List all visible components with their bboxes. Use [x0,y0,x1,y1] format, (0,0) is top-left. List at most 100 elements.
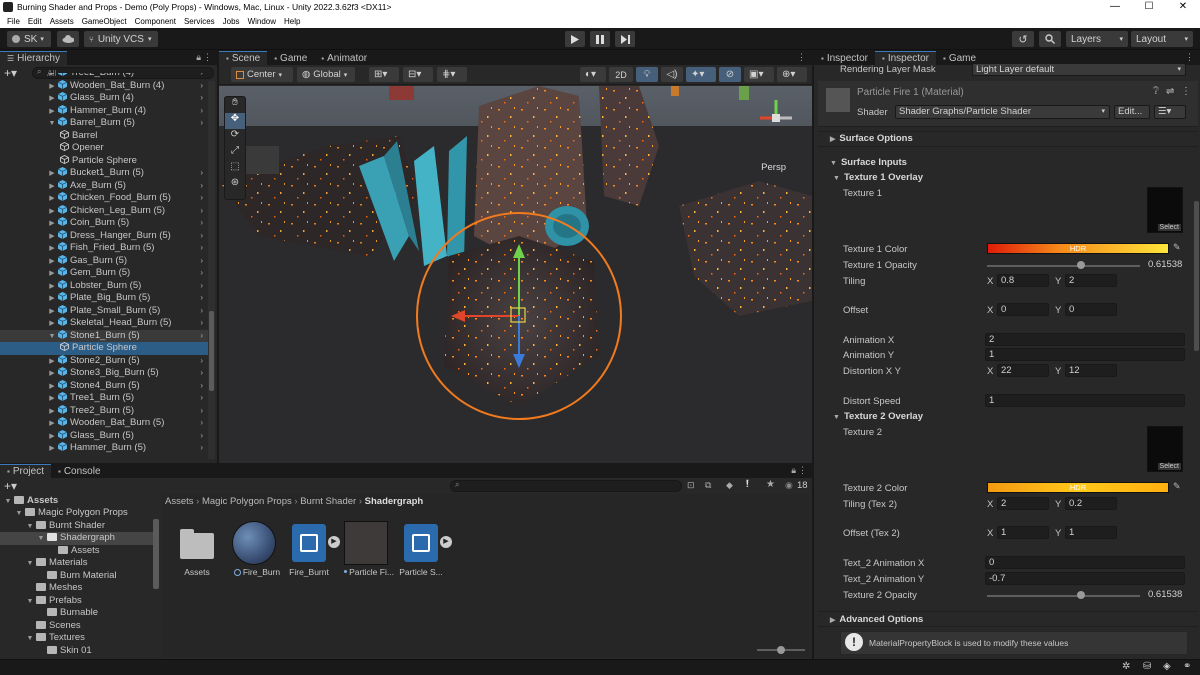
tab-inspector-tabs-0[interactable]: ▪ Inspector [814,51,875,65]
project-folder-item[interactable]: ▼ Textures [0,632,155,645]
scene-viewport[interactable]: ✋︎ ✥ ⟳ ⤢ ⬚ ⊛ Persp [219,86,812,463]
tab-scene-tabs-2[interactable]: ▪ Animator [314,51,374,65]
scene-visibility-toggle[interactable]: ⊘ [719,67,741,82]
move-tool-icon[interactable]: ✥ [225,113,245,129]
texture2-slot[interactable]: Select [1147,426,1183,472]
menu-item-jobs[interactable]: Jobs [219,17,244,26]
shading-mode-button[interactable]: ◐▾ [580,67,606,82]
chevron-right-icon[interactable]: › [200,380,203,393]
hierarchy-item[interactable]: ▼ Stone1_Burn (5) › [0,329,210,343]
breadcrumb-item[interactable]: Assets [165,496,194,507]
asset-fire-burnt-thumb[interactable] [292,524,326,562]
chevron-right-icon[interactable]: › [200,167,203,180]
project-search-input[interactable]: ⌕ [450,480,682,492]
hierarchy-item[interactable]: ▶ Bucket1_Burn (5) › [0,167,210,180]
chevron-right-icon[interactable]: › [200,242,203,255]
distortion-x-field[interactable]: 22 [997,364,1049,377]
menu-item-services[interactable]: Services [180,17,219,26]
close-button[interactable]: ✕ [1166,0,1200,14]
snap-increment-button[interactable]: ⊟▾ [403,67,433,82]
animation-y-field[interactable]: 1 [985,348,1185,361]
chevron-right-icon[interactable]: ▶ [48,443,56,456]
hierarchy-item[interactable]: ▶ Stone2_Burn (5) › [0,354,210,368]
hierarchy-item[interactable]: ▶ Chicken_Leg_Burn (5) › [0,204,210,218]
chevron-right-icon[interactable]: › [200,392,203,405]
texture2-opacity-slider[interactable] [987,595,1140,597]
project-tree-scrollbar[interactable] [153,519,159,589]
add-button[interactable]: +▾ [4,479,17,493]
hierarchy-item[interactable]: ▶ Tree2_Burn (5) › [0,404,210,418]
project-folder-item[interactable]: Assets [0,545,155,558]
account-button[interactable]: SK ▾ [7,31,51,47]
tab-scene-tabs-1[interactable]: ▪ Game [267,51,314,65]
chevron-right-icon[interactable]: › [200,180,203,193]
maximize-button[interactable]: ☐ [1132,0,1166,14]
hierarchy-item[interactable]: ▶ Wooden_Bat_Burn (4) › [0,79,210,93]
tag-icon[interactable]: ◆ [726,480,733,491]
step-button[interactable] [615,31,635,47]
project-folder-item[interactable]: ▼ Burnt Shader [0,520,155,533]
chevron-right-icon[interactable]: › [200,292,203,305]
cloud-button[interactable] [57,31,79,47]
star-icon[interactable]: ★ [766,479,775,490]
project-folder-item[interactable]: ▼ Prefabs [0,595,155,608]
hierarchy-item[interactable]: ▼ Barrel_Burn (5) › [0,117,210,130]
chevron-right-icon[interactable]: › [200,230,203,243]
minimize-button[interactable]: — [1098,0,1132,14]
hierarchy-item[interactable]: ▶ Glass_Burn (5) › [0,429,210,443]
project-folder-item[interactable]: Burnable [0,607,155,620]
project-folder-item[interactable]: ▼ Magic Polygon Props [0,507,155,520]
tab-project-tabs-0[interactable]: ▪ Project [0,464,51,478]
rotate-tool-icon[interactable]: ⟳ [225,129,245,145]
chevron-right-icon[interactable]: › [200,255,203,268]
texture2-select-button[interactable]: Select [1157,463,1181,470]
menu-item-edit[interactable]: Edit [24,17,46,26]
expand-icon[interactable]: ▶ [440,536,452,548]
hierarchy-item[interactable]: ▶ Plate_Big_Burn (5) › [0,292,210,305]
hierarchy-item[interactable]: ▶ Gas_Burn (5) › [0,254,210,268]
project-folder-item[interactable]: ▼ Shadergraph [0,532,155,545]
hierarchy-item[interactable]: Particle Sphere [0,154,210,168]
zoom-slider-knob[interactable] [777,646,785,654]
chevron-right-icon[interactable]: › [200,367,203,380]
kebab-menu-icon[interactable]: ⋮ [797,52,806,63]
layout-dropdown[interactable]: Layout ▾ [1131,31,1193,47]
texture1-color-field[interactable]: HDR [987,243,1169,254]
cache-server-icon[interactable]: ⛁ [1143,661,1151,672]
pause-button[interactable] [590,31,610,47]
kebab-menu-icon[interactable]: ⋮ [203,52,212,63]
tiling2-y-field[interactable]: 0.2 [1065,497,1117,510]
chevron-right-icon[interactable]: › [200,355,203,368]
kebab-menu-icon[interactable]: ⋮ [1185,52,1194,63]
texture1-opacity-field[interactable]: 0.61538 [1145,259,1185,272]
surface-inputs-title[interactable]: ▼ Surface Inputs [830,157,907,168]
filter-label-icon[interactable]: ⧉ [705,480,711,491]
chevron-right-icon[interactable]: › [200,330,203,343]
chevron-right-icon[interactable]: › [200,417,203,430]
scale-tool-icon[interactable]: ⤢ [225,145,245,161]
hierarchy-item[interactable]: ▶ Stone4_Burn (5) › [0,379,210,393]
texture2-color-field[interactable]: HDR [987,482,1169,493]
orientation-gizmo[interactable] [754,96,798,140]
camera-dropdown[interactable]: ▣▾ [744,67,774,82]
project-folder-item[interactable]: ▼ Assets [0,495,155,508]
tab-project-tabs-1[interactable]: ▪ Console [51,464,108,478]
hierarchy-item[interactable]: ▶ Wooden_Bat_Burn (5) › [0,417,210,430]
scroll-thumb[interactable] [209,311,214,391]
texture1-slot[interactable]: Select [1147,187,1183,233]
chevron-right-icon[interactable]: › [200,267,203,280]
menu-item-window[interactable]: Window [244,17,280,26]
rect-tool-icon[interactable]: ⬚ [225,161,245,177]
bug-icon[interactable]: ✲ [1122,661,1130,672]
texture1-opacity-slider[interactable] [987,265,1140,267]
transform-tool-icon[interactable]: ⊛ [225,177,245,193]
vcs-button[interactable]: ⑂ Unity VCS ▾ [84,31,158,47]
kebab-menu-icon[interactable]: ⋮ [798,465,807,476]
hierarchy-item[interactable]: ▶ Dress_Hanger_Burn (5) › [0,229,210,243]
asset-label[interactable]: Particle S... [390,567,452,577]
asset-particle-fire-thumb[interactable] [344,521,388,565]
hierarchy-item[interactable]: ▶ Hammer_Burn (4) › [0,104,210,118]
chevron-right-icon[interactable]: › [200,80,203,93]
tab-hierarchy[interactable]: ☰ Hierarchy [0,51,67,65]
menu-item-component[interactable]: Component [131,17,180,26]
